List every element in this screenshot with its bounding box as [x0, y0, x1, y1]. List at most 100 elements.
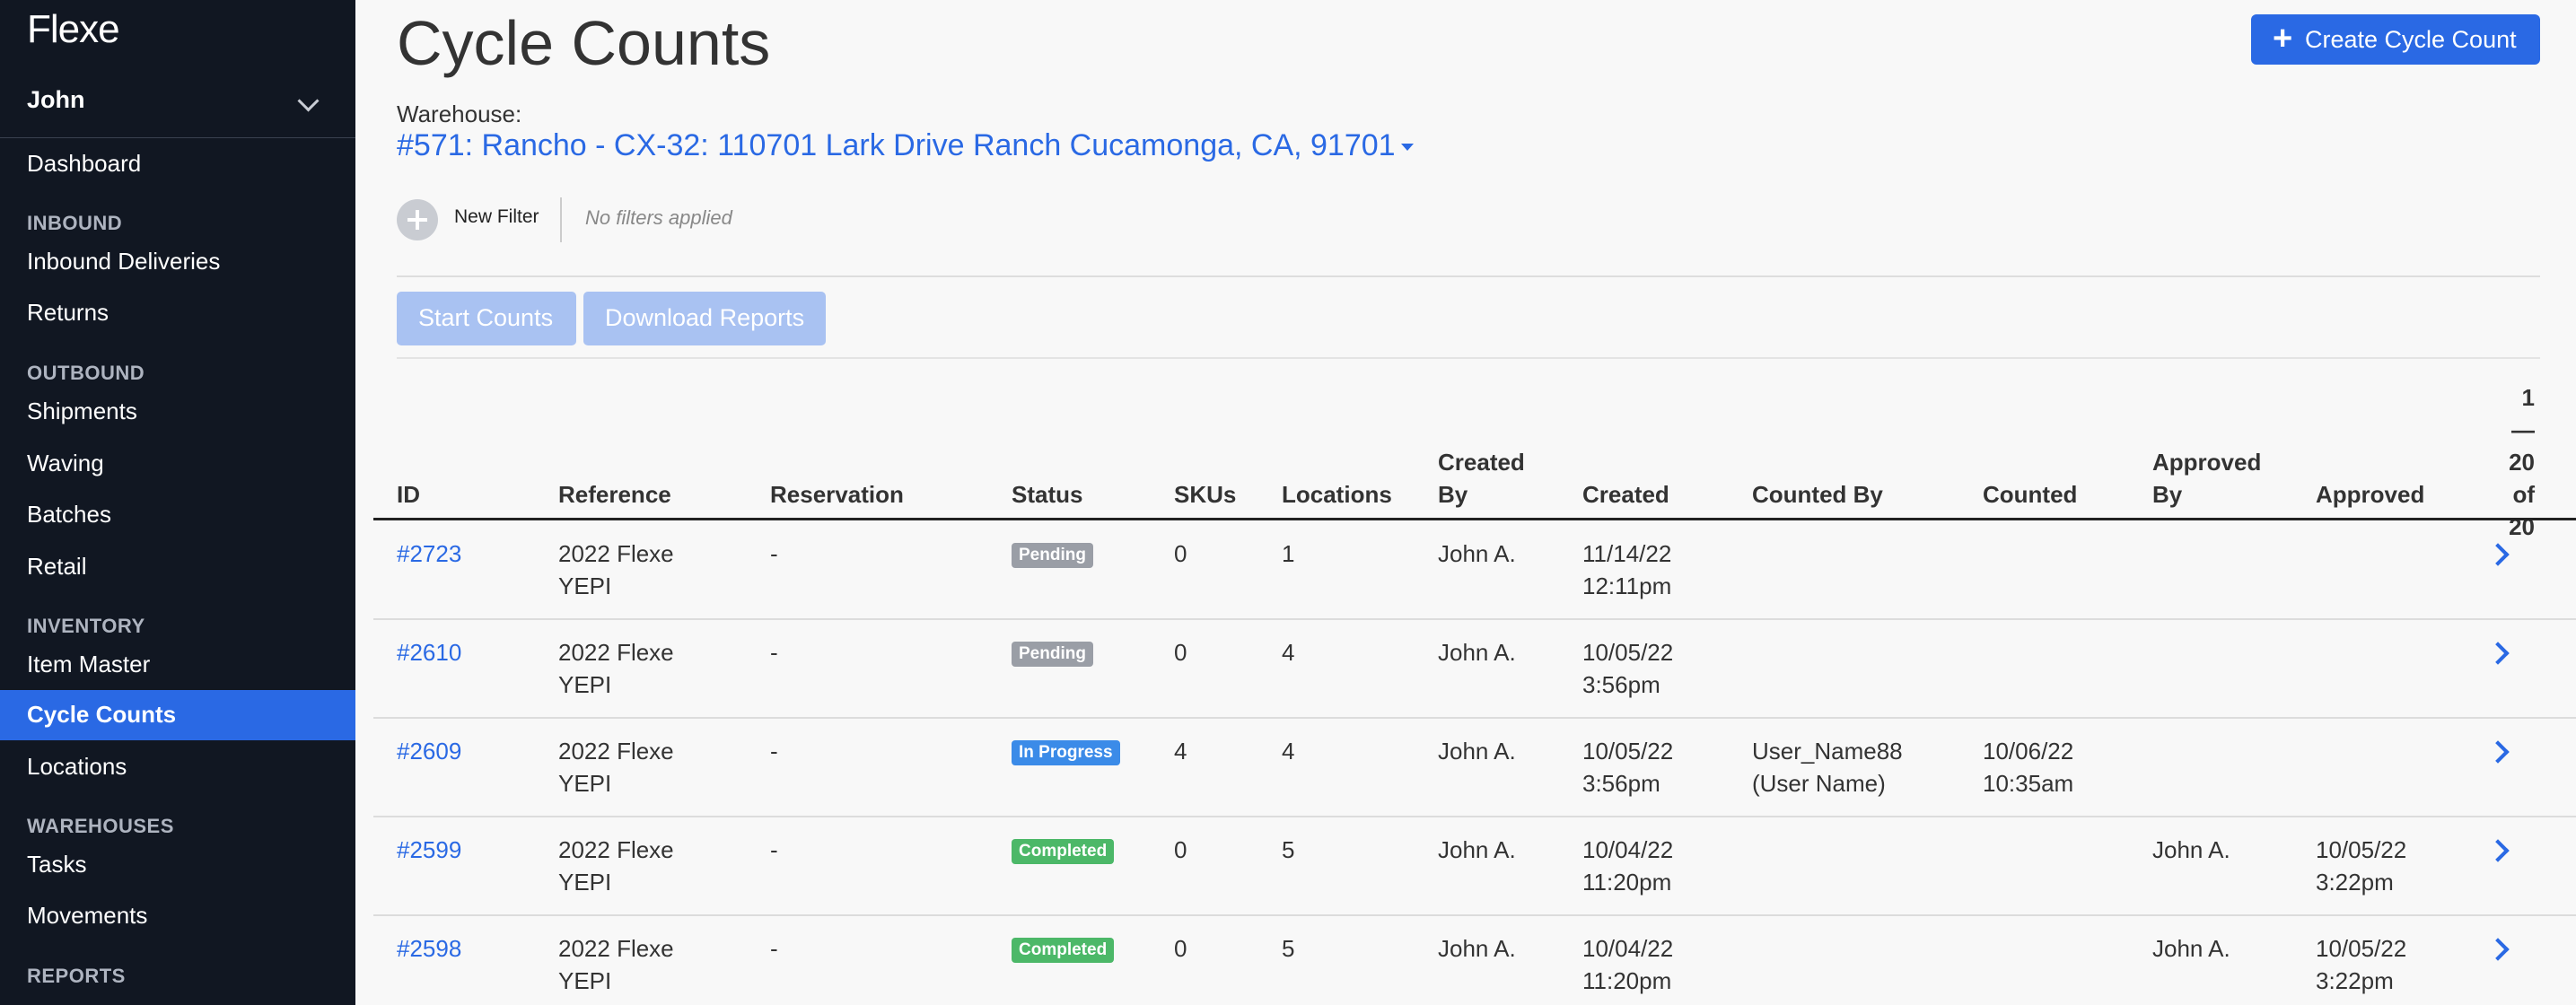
chevron-down-icon[interactable]	[297, 90, 320, 112]
add-filter-icon[interactable]	[397, 199, 438, 240]
sidebar-item-label: Item Master	[27, 651, 151, 677]
sidebar-item-cycle-counts[interactable]: Cycle Counts	[0, 690, 355, 740]
col-header-created[interactable]: Created	[1582, 478, 1669, 511]
row-reference-line: 2022 Flexe	[558, 935, 674, 962]
sidebar-item-returns[interactable]: Returns	[0, 288, 355, 338]
col-header-line: By	[2152, 481, 2183, 508]
row-id-link[interactable]: #2598	[397, 932, 461, 965]
col-header-reservation[interactable]: Reservation	[770, 478, 904, 511]
col-header-status[interactable]: Status	[1012, 478, 1082, 511]
row-reference-line: YEPI	[558, 967, 612, 994]
row-divider	[373, 717, 2576, 719]
row-approved-line: 10/05/22	[2316, 836, 2407, 863]
row-approved: 10/05/22 3:22pm	[2316, 834, 2406, 898]
no-filters-text: No filters applied	[585, 206, 732, 229]
row-id-link[interactable]: #2609	[397, 735, 461, 767]
sidebar-item-shipments[interactable]: Shipments	[0, 387, 355, 437]
chevron-right-icon[interactable]	[2486, 642, 2510, 665]
pagination-line: 20	[2509, 449, 2535, 476]
col-header-reference[interactable]: Reference	[558, 478, 671, 511]
sidebar-item-label: Dashboard	[27, 150, 142, 177]
sidebar-item-locations[interactable]: Locations	[0, 742, 355, 792]
col-header-id[interactable]: ID	[397, 478, 420, 511]
plus-icon: +	[2273, 20, 2293, 57]
row-created-by: John A.	[1438, 540, 1516, 567]
row-locations: 4	[1282, 738, 1295, 765]
row-id-link[interactable]: #2610	[397, 636, 461, 669]
sidebar-item-waving[interactable]: Waving	[0, 439, 355, 489]
create-cycle-count-label: Create Cycle Count	[2305, 26, 2517, 53]
divider	[397, 357, 2540, 359]
sidebar-item-batches[interactable]: Batches	[0, 490, 355, 540]
download-reports-button[interactable]: Download Reports	[583, 292, 826, 345]
row-reference-line: YEPI	[558, 869, 612, 896]
col-header-locations[interactable]: Locations	[1282, 478, 1392, 511]
sidebar-item-inbound-deliveries[interactable]: Inbound Deliveries	[0, 237, 355, 287]
col-header-counted[interactable]: Counted	[1983, 478, 2077, 511]
sidebar-item-label: Cycle Counts	[27, 701, 177, 728]
flexe-logo[interactable]: Flexe	[27, 7, 120, 52]
row-reference-line: 2022 Flexe	[558, 738, 674, 765]
row-reference-line: YEPI	[558, 572, 612, 599]
sidebar-item-retail[interactable]: Retail	[0, 542, 355, 592]
new-filter-button[interactable]: New Filter	[454, 206, 539, 228]
row-reservation: -	[770, 935, 778, 962]
col-header-line: Approved	[2152, 449, 2262, 476]
row-counted-line: 10/06/22	[1983, 738, 2074, 765]
user-menu[interactable]: John	[0, 77, 355, 138]
chevron-right-icon[interactable]	[2486, 839, 2510, 862]
divider	[397, 275, 2540, 277]
row-created-line: 3:56pm	[1582, 671, 1660, 698]
row-reservation: -	[770, 540, 778, 567]
sidebar-item-tasks[interactable]: Tasks	[0, 840, 355, 890]
row-reference-line: 2022 Flexe	[558, 836, 674, 863]
table-header-rule	[373, 518, 2576, 520]
sidebar-item-item-master[interactable]: Item Master	[0, 640, 355, 690]
caret-down-icon	[1400, 144, 1414, 152]
sidebar: Flexe John Dashboard INBOUND Inbound Del…	[0, 0, 355, 1005]
row-created: 11/14/22 12:11pm	[1582, 537, 1671, 602]
row-divider	[373, 618, 2576, 620]
col-header-approved-by[interactable]: Approved By	[2152, 446, 2261, 511]
row-id-link[interactable]: #2723	[397, 537, 461, 570]
row-created-line: 10/05/22	[1582, 738, 1674, 765]
chevron-right-icon[interactable]	[2486, 740, 2510, 764]
row-counted-line: 10:35am	[1983, 770, 2074, 797]
sidebar-section-inbound: INBOUND	[27, 212, 123, 234]
sidebar-section-warehouses: WAREHOUSES	[27, 815, 174, 837]
warehouse-selector[interactable]: #571: Rancho - CX-32: 110701 Lark Drive …	[397, 128, 1414, 163]
row-created-line: 10/04/22	[1582, 836, 1674, 863]
row-reference: 2022 Flexe YEPI	[558, 537, 674, 602]
col-header-created-by[interactable]: Created By	[1438, 446, 1525, 511]
chevron-right-icon[interactable]	[2486, 938, 2510, 961]
status-badge: Pending	[1012, 642, 1093, 667]
col-header-counted-by[interactable]: Counted By	[1752, 478, 1883, 511]
row-locations: 5	[1282, 935, 1295, 962]
start-counts-button[interactable]: Start Counts	[397, 292, 576, 345]
row-created-by: John A.	[1438, 836, 1516, 863]
row-approved: 10/05/22 3:22pm	[2316, 932, 2406, 997]
row-reservation: -	[770, 639, 778, 666]
warehouse-value: #571: Rancho - CX-32: 110701 Lark Drive …	[397, 128, 1396, 162]
sidebar-item-movements[interactable]: Movements	[0, 891, 355, 941]
row-created-line: 11:20pm	[1582, 967, 1672, 994]
row-created-line: 11:20pm	[1582, 869, 1672, 896]
row-id-link[interactable]: #2599	[397, 834, 461, 866]
create-cycle-count-button[interactable]: + Create Cycle Count	[2251, 14, 2540, 65]
sidebar-item-dashboard[interactable]: Dashboard	[0, 139, 355, 189]
col-header-line: By	[1438, 481, 1468, 508]
sidebar-item-label: Retail	[27, 553, 87, 580]
status-badge: In Progress	[1012, 740, 1120, 765]
row-reference: 2022 Flexe YEPI	[558, 834, 674, 898]
sidebar-item-label: Batches	[27, 501, 111, 528]
row-reference-line: 2022 Flexe	[558, 540, 674, 567]
row-divider	[373, 914, 2576, 916]
col-header-approved[interactable]: Approved	[2316, 478, 2424, 511]
row-reservation: -	[770, 738, 778, 765]
chevron-right-icon[interactable]	[2486, 543, 2510, 566]
row-created: 10/04/22 11:20pm	[1582, 932, 1673, 997]
row-counted-by: User_Name88 (User Name)	[1752, 735, 1903, 800]
sidebar-section-outbound: OUTBOUND	[27, 362, 145, 384]
row-created: 10/05/22 3:56pm	[1582, 636, 1673, 701]
col-header-skus[interactable]: SKUs	[1174, 478, 1236, 511]
